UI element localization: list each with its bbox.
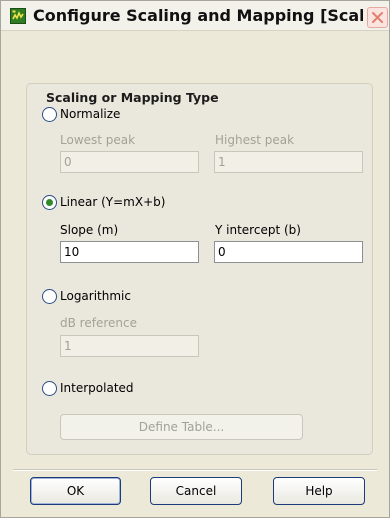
close-icon[interactable] bbox=[367, 7, 388, 28]
normalize-option[interactable]: Normalize bbox=[42, 105, 120, 123]
help-button[interactable]: Help bbox=[273, 477, 365, 505]
lowest-peak-label: Lowest peak bbox=[60, 133, 136, 147]
dialog-window: Configure Scaling and Mapping [Scalin...… bbox=[0, 0, 390, 518]
linear-radio[interactable] bbox=[42, 194, 57, 210]
divider bbox=[13, 469, 377, 471]
highest-peak-label: Highest peak bbox=[215, 133, 295, 147]
normalize-label: Normalize bbox=[60, 107, 121, 121]
define-table-button[interactable]: Define Table... bbox=[60, 414, 303, 440]
normalize-radio[interactable] bbox=[42, 106, 57, 122]
linear-label: Linear (Y=mX+b) bbox=[60, 195, 166, 209]
intercept-field[interactable]: 0 bbox=[214, 241, 363, 263]
interpolated-radio[interactable] bbox=[42, 380, 57, 396]
logarithmic-radio[interactable] bbox=[42, 288, 57, 304]
highest-peak-field[interactable]: 1 bbox=[214, 151, 363, 173]
slope-field[interactable]: 10 bbox=[60, 241, 199, 263]
window-title: Configure Scaling and Mapping [Scalin... bbox=[33, 6, 363, 25]
intercept-label: Y intercept (b) bbox=[215, 223, 301, 237]
linear-option[interactable]: Linear (Y=mX+b) bbox=[42, 193, 165, 211]
db-reference-field[interactable]: 1 bbox=[60, 335, 199, 357]
lowest-peak-field[interactable]: 0 bbox=[60, 151, 199, 173]
db-reference-label: dB reference bbox=[60, 316, 137, 330]
labview-app-icon bbox=[10, 8, 26, 24]
interpolated-option[interactable]: Interpolated bbox=[42, 379, 134, 397]
cancel-button[interactable]: Cancel bbox=[150, 477, 242, 505]
ok-button[interactable]: OK bbox=[30, 477, 121, 505]
logarithmic-option[interactable]: Logarithmic bbox=[42, 287, 131, 305]
group-title: Scaling or Mapping Type bbox=[41, 90, 224, 105]
interpolated-label: Interpolated bbox=[60, 381, 134, 395]
logarithmic-label: Logarithmic bbox=[60, 289, 131, 303]
title-bar[interactable]: Configure Scaling and Mapping [Scalin... bbox=[1, 1, 389, 31]
slope-label: Slope (m) bbox=[60, 223, 119, 237]
